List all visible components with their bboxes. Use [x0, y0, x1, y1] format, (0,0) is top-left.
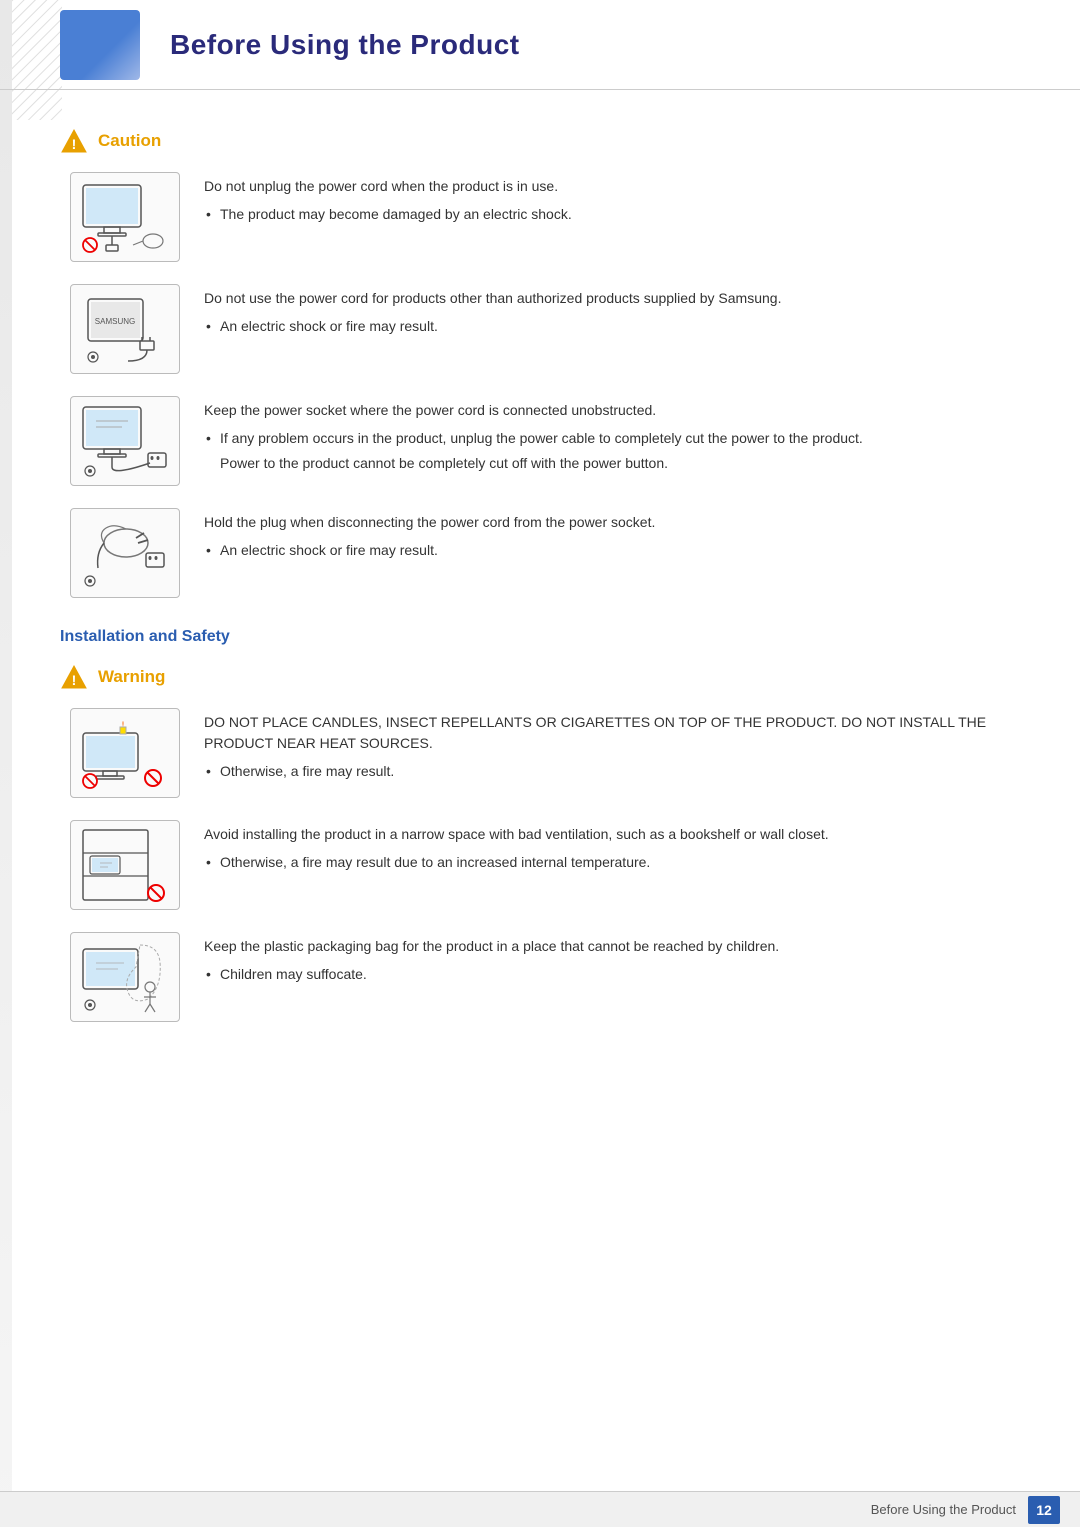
illustration-caution-2: SAMSUNG — [70, 284, 180, 374]
warning-3-text: Keep the plastic packaging bag for the p… — [204, 932, 1020, 989]
svg-text:SAMSUNG: SAMSUNG — [94, 317, 134, 326]
warning-3-bullet-0: Children may suffocate. — [204, 964, 1020, 985]
warning-item-3: Keep the plastic packaging bag for the p… — [60, 932, 1020, 1022]
illustration-caution-3 — [70, 396, 180, 486]
warning-3-bullets: Children may suffocate. — [204, 964, 1020, 985]
caution-1-bullets: The product may become damaged by an ele… — [204, 204, 1020, 225]
illustration-caution-1 — [70, 172, 180, 262]
caution-header: ! Caution — [60, 128, 1020, 154]
caution-icon: ! — [60, 128, 88, 154]
caution-2-bullet-0: An electric shock or fire may result. — [204, 316, 1020, 337]
svg-text:!: ! — [72, 672, 77, 688]
caution-3-sub: Power to the product cannot be completel… — [204, 453, 1020, 474]
caution-3-bullets: If any problem occurs in the product, un… — [204, 428, 1020, 449]
caution-item-1: Do not unplug the power cord when the pr… — [60, 172, 1020, 262]
main-content: ! Caution — [0, 90, 1080, 1104]
footer-text: Before Using the Product — [871, 1502, 1016, 1517]
caution-4-text: Hold the plug when disconnecting the pow… — [204, 508, 1020, 565]
svg-text:!: ! — [72, 136, 77, 152]
caution-item-4: Hold the plug when disconnecting the pow… — [60, 508, 1020, 598]
caution-1-text: Do not unplug the power cord when the pr… — [204, 172, 1020, 229]
caution-3-text: Keep the power socket where the power co… — [204, 396, 1020, 474]
caution-3-main: Keep the power socket where the power co… — [204, 400, 1020, 421]
warning-1-bullets: Otherwise, a fire may result. — [204, 761, 1020, 782]
warning-2-bullet-0: Otherwise, a fire may result due to an i… — [204, 852, 1020, 873]
illustration-warning-1 — [70, 708, 180, 798]
warning-1-main: DO NOT PLACE CANDLES, INSECT REPELLANTS … — [204, 712, 1020, 754]
warning-1-bullet-0: Otherwise, a fire may result. — [204, 761, 1020, 782]
warning-2-main: Avoid installing the product in a narrow… — [204, 824, 1020, 845]
caution-2-bullets: An electric shock or fire may result. — [204, 316, 1020, 337]
warning-2-text: Avoid installing the product in a narrow… — [204, 820, 1020, 877]
page-title: Before Using the Product — [170, 29, 520, 61]
warning-3-main: Keep the plastic packaging bag for the p… — [204, 936, 1020, 957]
warning-item-1: DO NOT PLACE CANDLES, INSECT REPELLANTS … — [60, 708, 1020, 798]
caution-item-2: SAMSUNG Do not use the power cord for pr… — [60, 284, 1020, 374]
warning-2-bullets: Otherwise, a fire may result due to an i… — [204, 852, 1020, 873]
caution-4-main: Hold the plug when disconnecting the pow… — [204, 512, 1020, 533]
caution-4-bullet-0: An electric shock or fire may result. — [204, 540, 1020, 561]
caution-2-text: Do not use the power cord for products o… — [204, 284, 1020, 341]
page-number: 12 — [1028, 1496, 1060, 1524]
caution-item-3: Keep the power socket where the power co… — [60, 396, 1020, 486]
warning-label: Warning — [98, 667, 165, 687]
caution-1-main: Do not unplug the power cord when the pr… — [204, 176, 1020, 197]
left-stripe-decoration — [0, 0, 12, 1527]
warning-1-text: DO NOT PLACE CANDLES, INSECT REPELLANTS … — [204, 708, 1020, 786]
header-section: Before Using the Product — [0, 0, 1080, 90]
caution-3-bullet-0: If any problem occurs in the product, un… — [204, 428, 1020, 449]
warning-header: ! Warning — [60, 664, 1020, 690]
page-footer: Before Using the Product 12 — [0, 1491, 1080, 1527]
caution-label: Caution — [98, 131, 161, 151]
warning-icon: ! — [60, 664, 88, 690]
caution-4-bullets: An electric shock or fire may result. — [204, 540, 1020, 561]
blue-accent-decoration — [60, 10, 140, 80]
installation-safety-heading: Installation and Safety — [60, 628, 1020, 646]
illustration-warning-3 — [70, 932, 180, 1022]
illustration-caution-4 — [70, 508, 180, 598]
illustration-warning-2 — [70, 820, 180, 910]
caution-1-bullet-0: The product may become damaged by an ele… — [204, 204, 1020, 225]
caution-2-main: Do not use the power cord for products o… — [204, 288, 1020, 309]
warning-item-2: Avoid installing the product in a narrow… — [60, 820, 1020, 910]
